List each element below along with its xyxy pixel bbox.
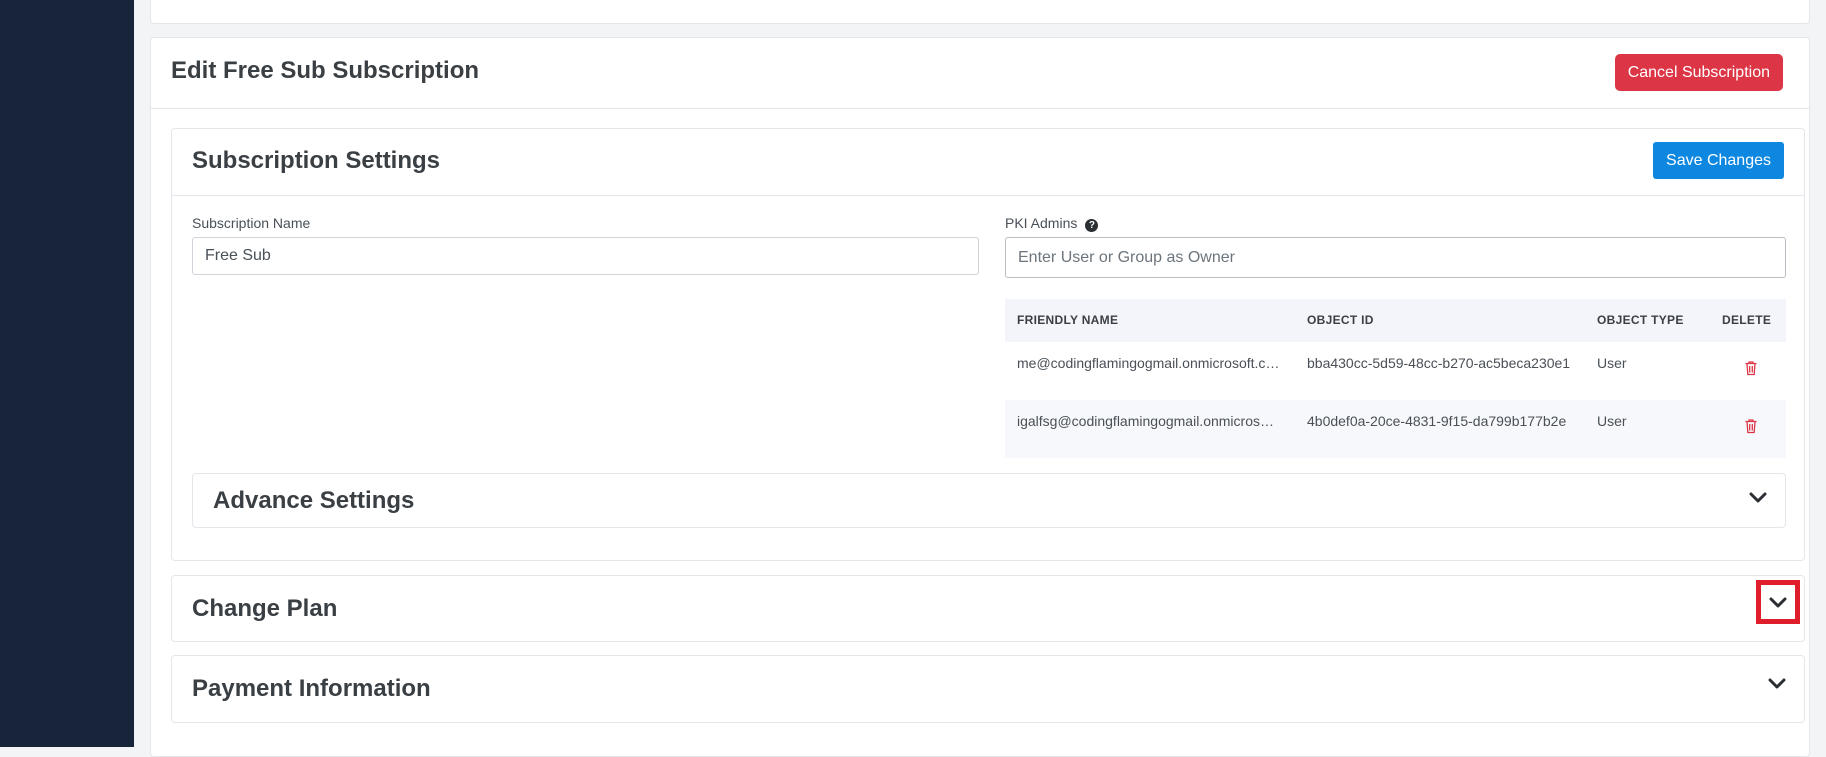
trash-icon[interactable] <box>1744 360 1758 376</box>
advance-settings-accordion[interactable]: Advance Settings <box>192 473 1786 528</box>
friendly-name-cell: me@codingflamingogmail.onmicrosoft.com <box>1017 355 1281 371</box>
object-id-cell: 4b0def0a-20ce-4831-9f15-da799b177b2e <box>1307 413 1567 429</box>
sidebar <box>0 0 134 747</box>
column-header-object-id: OBJECT ID <box>1307 313 1374 327</box>
table-header-row: FRIENDLY NAME OBJECT ID OBJECT TYPE DELE… <box>1005 299 1786 342</box>
chevron-down-icon[interactable] <box>1747 486 1769 508</box>
edit-subscription-card: Edit Free Sub Subscription Cancel Subscr… <box>150 37 1810 757</box>
table-row: me@codingflamingogmail.onmicrosoft.com b… <box>1005 342 1786 400</box>
change-plan-toggle[interactable] <box>1756 580 1800 624</box>
object-id-cell: bba430cc-5d59-48cc-b270-ac5beca230e1 <box>1307 355 1571 371</box>
pki-admins-label: PKI Admins? <box>1005 215 1099 232</box>
edit-subscription-header: Edit Free Sub Subscription Cancel Subscr… <box>151 38 1809 109</box>
payment-information-accordion[interactable]: Payment Information <box>171 655 1805 723</box>
table-row: igalfsg@codingflamingogmail.onmicrosoft.… <box>1005 400 1786 458</box>
advance-settings-title: Advance Settings <box>213 487 415 514</box>
trash-icon[interactable] <box>1744 418 1758 434</box>
column-header-object-type: OBJECT TYPE <box>1597 313 1684 327</box>
subscription-name-input[interactable] <box>192 237 979 275</box>
page-title: Edit Free Sub Subscription <box>171 57 480 84</box>
pki-admins-label-text: PKI Admins <box>1005 215 1078 231</box>
payment-information-title: Payment Information <box>192 675 431 702</box>
pki-admins-search-input[interactable] <box>1005 237 1786 278</box>
column-header-friendly-name: FRIENDLY NAME <box>1017 313 1119 327</box>
change-plan-title: Change Plan <box>192 595 338 622</box>
question-circle-icon[interactable]: ? <box>1085 219 1099 232</box>
object-type-cell: User <box>1597 413 1627 429</box>
subscription-settings-card: Subscription Settings Save Changes Subsc… <box>171 128 1805 561</box>
subscription-name-label: Subscription Name <box>192 215 311 231</box>
subscription-settings-title: Subscription Settings <box>192 147 441 174</box>
column-header-delete: DELETE <box>1722 313 1772 327</box>
chevron-down-icon[interactable] <box>1767 591 1789 613</box>
previous-card <box>150 0 1810 24</box>
pki-admins-table: FRIENDLY NAME OBJECT ID OBJECT TYPE DELE… <box>1005 299 1786 458</box>
change-plan-accordion[interactable]: Change Plan <box>171 575 1805 642</box>
save-changes-button[interactable]: Save Changes <box>1653 142 1784 179</box>
friendly-name-cell: igalfsg@codingflamingogmail.onmicrosoft.… <box>1017 413 1281 429</box>
cancel-subscription-button[interactable]: Cancel Subscription <box>1614 54 1783 91</box>
subscription-settings-header: Subscription Settings Save Changes <box>172 129 1804 196</box>
main-content: Edit Free Sub Subscription Cancel Subscr… <box>134 0 1826 757</box>
chevron-down-icon[interactable] <box>1766 672 1788 694</box>
object-type-cell: User <box>1597 355 1627 371</box>
